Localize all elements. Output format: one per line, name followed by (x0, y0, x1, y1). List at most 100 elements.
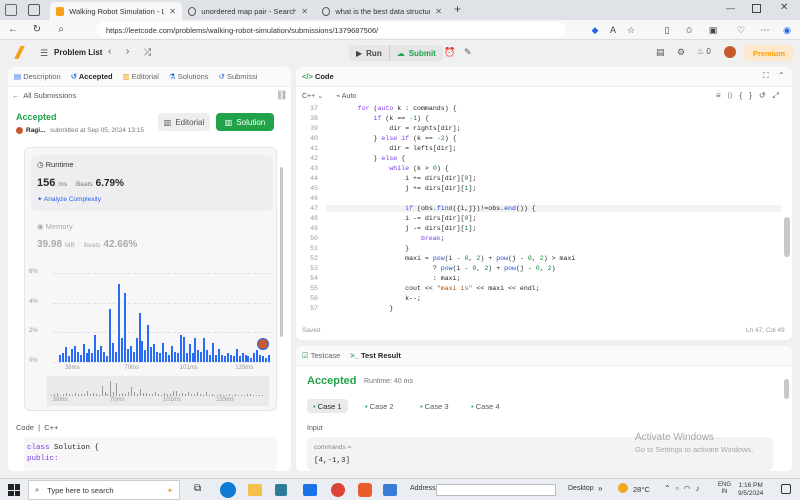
wifi-icon[interactable]: ◠ (684, 484, 696, 493)
tab-description[interactable]: ▤ Description (14, 72, 61, 81)
tray-up-icon[interactable]: ⌃ (664, 484, 676, 493)
histogram-bar[interactable] (150, 347, 153, 362)
bookmark-icon[interactable]: ⌷ (728, 91, 740, 100)
editor-scrollbar[interactable] (784, 217, 790, 257)
chevron-right-icon[interactable]: » (598, 484, 602, 493)
histogram-bar[interactable] (162, 342, 165, 362)
histogram-bar[interactable] (232, 356, 235, 362)
histogram-bar[interactable] (262, 356, 265, 362)
histogram-bar[interactable] (212, 342, 215, 362)
premium-button[interactable]: Premium (744, 45, 794, 61)
histogram-bar[interactable] (112, 342, 114, 362)
histogram-bar[interactable] (129, 345, 132, 362)
histogram-bar[interactable] (117, 283, 120, 362)
histogram-bar[interactable] (238, 356, 241, 362)
close-tab-icon[interactable]: ✕ (435, 7, 442, 16)
histogram-bar[interactable] (100, 345, 103, 362)
histogram-bar[interactable] (176, 353, 179, 362)
code-area[interactable]: 37 for (auto k : commands) {38 if (k == … (296, 105, 792, 317)
window-close-icon[interactable]: ✕ (780, 2, 788, 13)
tab-unordered-map[interactable]: unordered map pair - Search ✕ (182, 2, 314, 20)
more-icon[interactable]: ⋯ (758, 23, 772, 37)
histogram-bar[interactable] (109, 308, 112, 362)
username[interactable]: Ragi... (26, 127, 46, 134)
histogram-bar[interactable] (182, 336, 185, 362)
share-link-icon[interactable]: ⛓ (276, 90, 287, 101)
tab-data-structure[interactable]: what is the best data structure to ✕ (316, 2, 448, 20)
histogram-bar[interactable] (114, 351, 117, 362)
analyze-complexity-link[interactable]: ✦ Analyze Complexity (37, 195, 101, 203)
reset-icon[interactable]: ↺ (759, 91, 773, 100)
taskbar-search[interactable]: ⌕ Type here to search ✦ (28, 480, 180, 500)
histogram-bar[interactable] (61, 353, 64, 362)
search-icon[interactable]: ⌕ (54, 23, 68, 37)
minimize-icon[interactable]: — (726, 3, 735, 13)
tab-walking-robot[interactable]: Walking Robot Simulation - Leetc ✕ (50, 2, 182, 20)
histogram-bar[interactable] (197, 350, 200, 362)
histogram-bar[interactable] (64, 347, 67, 362)
tab-actions-icon[interactable] (28, 4, 40, 16)
tab-solutions[interactable]: ⚗ Solutions (169, 72, 209, 81)
histogram-bar[interactable] (85, 353, 88, 362)
histogram-bar[interactable] (132, 351, 135, 362)
format-icon[interactable]: ≡ (716, 91, 728, 100)
close-tab-icon[interactable]: ✕ (169, 7, 176, 16)
tab-submissions[interactable]: ↺ Submissi (219, 72, 258, 81)
read-aloud-icon[interactable]: A (606, 23, 620, 37)
histogram-bar[interactable] (167, 354, 170, 362)
histogram-bar[interactable] (103, 351, 106, 362)
histogram-bar[interactable] (215, 354, 218, 362)
all-submissions-link[interactable]: ← All Submissions (12, 91, 76, 100)
tab-testcase[interactable]: ☑ Testcase (302, 351, 340, 360)
problem-list-icon[interactable]: ☰ (40, 48, 48, 59)
range-slider[interactable]: 38ms 70ms 101ms 133ms (47, 376, 269, 406)
histogram-bar[interactable] (70, 348, 73, 362)
timer-icon[interactable]: ⏰ (444, 47, 455, 58)
auto-mode[interactable]: ⌁ Auto (336, 92, 356, 100)
case-4-tab[interactable]: • Case 4 (465, 399, 506, 413)
histogram-bar[interactable] (209, 354, 212, 362)
histogram-bar[interactable] (120, 338, 123, 362)
histogram-bar[interactable] (59, 354, 61, 362)
histogram-bar[interactable] (67, 356, 70, 362)
reload-icon[interactable]: ↻ (30, 23, 44, 37)
histogram-bar[interactable] (91, 353, 94, 362)
histogram-bar[interactable] (76, 351, 79, 362)
histogram-bar[interactable] (185, 353, 188, 362)
close-tab-icon[interactable]: ✕ (301, 7, 308, 16)
desktop-label[interactable]: Desktop (568, 485, 594, 492)
histogram-bar[interactable] (79, 354, 82, 362)
your-submission-marker[interactable] (257, 338, 269, 350)
chrome-icon[interactable] (331, 483, 345, 497)
input-language[interactable]: ENG IN (718, 482, 731, 496)
clock[interactable]: 1:16 PM 9/5/2024 (738, 482, 763, 498)
histogram-bar[interactable] (141, 341, 144, 362)
histogram-bar[interactable] (241, 353, 244, 362)
extension-shield-icon[interactable]: ◆ (588, 23, 602, 37)
histogram-bar[interactable] (73, 345, 76, 362)
split-screen-icon[interactable]: ▯ (660, 23, 674, 37)
language-select[interactable]: C++ ⌄ (302, 92, 323, 100)
histogram-bar[interactable] (106, 356, 109, 362)
favorites-icon[interactable]: ✩ (682, 23, 696, 37)
shuffle-icon[interactable]: ⤮ (144, 47, 151, 58)
histogram-bar[interactable] (265, 357, 268, 362)
edge-icon[interactable] (220, 482, 236, 498)
streak-counter[interactable]: ♨ 0 (697, 47, 711, 56)
favorite-star-icon[interactable]: ☆ (624, 23, 638, 37)
notes-icon[interactable]: ✎ (464, 47, 472, 58)
histogram-bar[interactable] (170, 345, 173, 362)
submit-button[interactable]: ☁ Submit (388, 45, 443, 61)
memory-header[interactable]: ◉ Memory (37, 222, 73, 231)
prev-problem-icon[interactable]: ‹ (108, 46, 111, 57)
new-tab-icon[interactable]: + (454, 2, 461, 16)
histogram-bar[interactable] (250, 357, 253, 362)
histogram-bar[interactable] (229, 354, 232, 362)
tab-test-result[interactable]: >_ Test Result (350, 351, 401, 360)
file-explorer-icon[interactable] (248, 484, 262, 496)
collections-icon[interactable]: ▣ (706, 23, 720, 37)
histogram-bar[interactable] (123, 292, 126, 362)
histogram-bar[interactable] (153, 344, 156, 362)
histogram-bar[interactable] (138, 313, 141, 362)
histogram-bar[interactable] (235, 348, 238, 362)
